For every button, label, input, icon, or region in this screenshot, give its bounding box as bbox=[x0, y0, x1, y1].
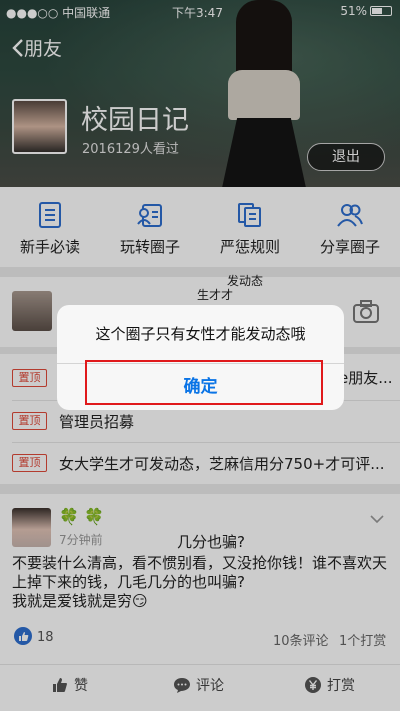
dialog-message: 这个圈子只有女性才能发动态哦 bbox=[95, 325, 306, 343]
annotation-highlight-box bbox=[85, 360, 323, 405]
